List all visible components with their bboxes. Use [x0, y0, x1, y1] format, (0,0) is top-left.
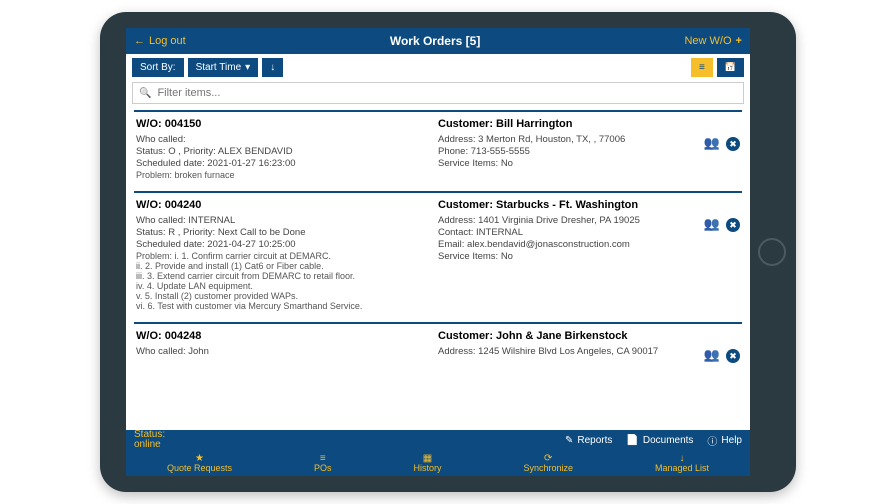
wo-id: W/O: 004150 — [136, 118, 432, 130]
customer-line: Service Items: No — [438, 158, 734, 169]
sync-icon — [544, 454, 552, 464]
customer-line: Address: 3 Merton Rd, Houston, TX, , 770… — [438, 134, 734, 145]
wo-statusline: Status: R , Priority: Next Call to be Do… — [136, 227, 432, 238]
documents-link[interactable]: Documents — [626, 433, 693, 448]
customer-title: Customer: John & Jane Birkenstock — [438, 330, 734, 342]
close-icon[interactable] — [726, 215, 740, 232]
plus-icon — [736, 35, 742, 47]
wo-id: W/O: 004248 — [136, 330, 432, 342]
wo-problem: Problem: i. 1. Confirm carrier circuit a… — [136, 251, 432, 311]
wo-id: W/O: 004240 — [136, 199, 432, 211]
reports-link[interactable]: Reports — [565, 433, 612, 448]
customer-title: Customer: Starbucks - Ft. Washington — [438, 199, 734, 211]
search-input[interactable] — [157, 87, 737, 99]
list-view-button[interactable] — [691, 58, 713, 77]
nav-history[interactable]: History — [413, 454, 441, 473]
crew-icon[interactable] — [704, 346, 720, 363]
crew-icon[interactable] — [704, 215, 720, 232]
info-icon — [707, 433, 717, 448]
wo-problem: Problem: broken furnace — [136, 170, 432, 180]
new-wo-label: New W/O — [684, 35, 731, 47]
customer-line: Service Items: No — [438, 251, 734, 262]
help-link[interactable]: Help — [707, 433, 742, 448]
search-bar[interactable] — [132, 82, 744, 104]
search-icon — [139, 87, 151, 99]
nav-label: Quote Requests — [167, 464, 232, 473]
nav-label: History — [413, 464, 441, 473]
star-icon — [195, 454, 204, 464]
tablet-home-button[interactable] — [758, 238, 786, 266]
sort-down-icon — [270, 62, 275, 73]
top-bar: Log out Work Orders [5] New W/O — [126, 28, 750, 54]
close-icon[interactable] — [726, 346, 740, 363]
wo-who: Who called: John — [136, 346, 432, 357]
wo-statusline: Status: O , Priority: ALEX BENDAVID — [136, 146, 432, 157]
chevron-down-icon — [245, 62, 250, 73]
pencil-icon — [565, 435, 573, 446]
wo-who: Who called: INTERNAL — [136, 215, 432, 226]
downarr-icon — [679, 454, 684, 464]
customer-line: Address: 1245 Wilshire Blvd Los Angeles,… — [438, 346, 734, 357]
status-bar: Status: online Reports Documents Help — [126, 430, 750, 450]
customer-line: Email: alex.bendavid@jonasconstruction.c… — [438, 239, 734, 250]
nav-managed-list[interactable]: Managed List — [655, 454, 709, 473]
back-arrow-icon — [134, 35, 145, 47]
wo-sched: Scheduled date: 2021-01-27 16:23:00 — [136, 158, 432, 169]
nav-synchronize[interactable]: Synchronize — [523, 454, 573, 473]
bars-icon — [320, 454, 326, 464]
page-title: Work Orders [5] — [390, 34, 480, 48]
nav-quote-requests[interactable]: Quote Requests — [167, 454, 232, 473]
toolbar: Sort By: Start Time — [126, 54, 750, 80]
bottom-nav: Quote Requests POs History Synchronize Manag… — [126, 450, 750, 476]
wo-who: Who called: — [136, 134, 432, 145]
app-screen: Log out Work Orders [5] New W/O Sort By:… — [126, 28, 750, 476]
list-icon — [699, 62, 705, 73]
close-icon[interactable] — [726, 134, 740, 151]
document-icon — [626, 435, 638, 446]
work-order-item[interactable]: W/O: 004248 Who called: John Customer: Joh… — [134, 322, 742, 368]
work-order-item[interactable]: W/O: 004150 Who called:Status: O , Priori… — [134, 110, 742, 191]
sort-direction-button[interactable] — [262, 58, 283, 77]
new-wo-button[interactable]: New W/O — [684, 35, 742, 47]
calendar-view-button[interactable] — [717, 58, 744, 77]
sort-field-button[interactable]: Start Time — [188, 58, 259, 77]
logout-button[interactable]: Log out — [134, 35, 186, 47]
sort-by-button[interactable]: Sort By: — [132, 58, 184, 77]
customer-line: Address: 1401 Virginia Drive Dresher, PA… — [438, 215, 734, 226]
work-order-list: W/O: 004150 Who called:Status: O , Priori… — [126, 108, 750, 476]
wo-sched: Scheduled date: 2021-04-27 10:25:00 — [136, 239, 432, 250]
customer-line: Phone: 713-555-5555 — [438, 146, 734, 157]
nav-label: POs — [314, 464, 332, 473]
nav-label: Synchronize — [523, 464, 573, 473]
nav-pos[interactable]: POs — [314, 454, 332, 473]
work-order-item[interactable]: W/O: 004240 Who called: INTERNALStatus: R… — [134, 191, 742, 322]
sort-field-label: Start Time — [196, 62, 242, 73]
calendar-icon — [725, 62, 736, 73]
customer-title: Customer: Bill Harrington — [438, 118, 734, 130]
logout-label: Log out — [149, 35, 186, 47]
tablet-frame: Log out Work Orders [5] New W/O Sort By:… — [100, 12, 796, 492]
customer-line: Contact: INTERNAL — [438, 227, 734, 238]
grid9-icon — [423, 454, 432, 464]
connection-status: Status: online — [134, 430, 165, 450]
nav-label: Managed List — [655, 464, 709, 473]
crew-icon[interactable] — [704, 134, 720, 151]
